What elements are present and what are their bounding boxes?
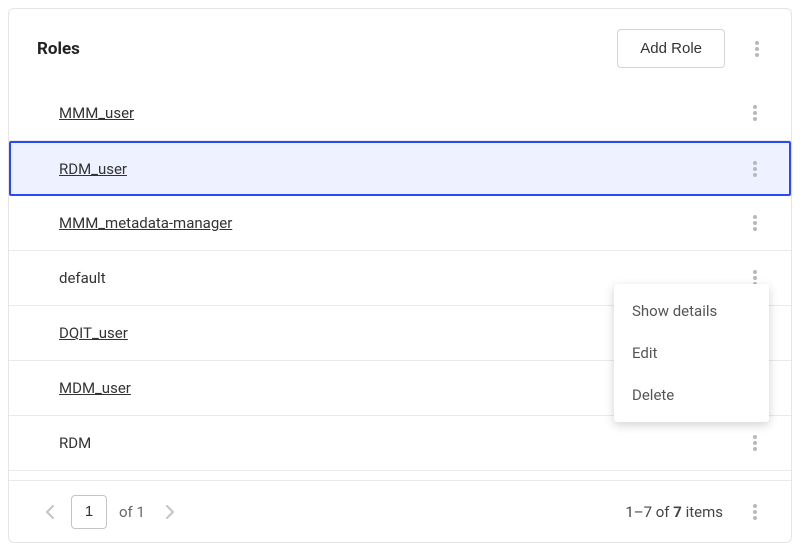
role-name[interactable]: MMM_user (59, 104, 741, 122)
pagination-footer: of 1 1–7 of 7 items (9, 480, 791, 542)
items-count: 1–7 of 7 items (625, 503, 723, 521)
panel-menu-icon[interactable] (743, 35, 771, 63)
page-number-input[interactable] (71, 495, 107, 529)
chevron-left-icon (45, 505, 55, 519)
role-name[interactable]: RDM (59, 434, 741, 452)
row-menu-icon[interactable] (741, 429, 769, 457)
page-total-label: of 1 (119, 503, 145, 521)
role-row[interactable]: RDM (9, 416, 791, 471)
row-context-menu: Show details Edit Delete (614, 284, 769, 422)
next-page-button[interactable] (155, 497, 185, 527)
panel-title: Roles (37, 39, 617, 59)
pagination-menu-icon[interactable] (741, 498, 769, 526)
role-name[interactable]: MMM_metadata-manager (59, 214, 741, 232)
row-menu-icon[interactable] (741, 209, 769, 237)
add-role-button[interactable]: Add Role (617, 29, 725, 68)
roles-table: MMM_user RDM_user MMM_metadata-manager d… (9, 80, 791, 480)
role-name[interactable]: RDM_user (59, 160, 741, 178)
roles-panel: Roles Add Role MMM_user RDM_user MMM_met… (8, 8, 792, 543)
panel-header: Roles Add Role (9, 9, 791, 80)
prev-page-button[interactable] (35, 497, 65, 527)
role-row[interactable]: MMM_metadata-manager (9, 196, 791, 251)
role-row[interactable]: MMM_user (9, 86, 791, 141)
menu-delete[interactable]: Delete (614, 374, 769, 416)
chevron-right-icon (165, 505, 175, 519)
row-menu-icon[interactable] (741, 99, 769, 127)
menu-edit[interactable]: Edit (614, 332, 769, 374)
role-row-selected[interactable]: RDM_user (9, 141, 791, 196)
row-menu-icon[interactable] (741, 155, 769, 183)
menu-show-details[interactable]: Show details (614, 290, 769, 332)
